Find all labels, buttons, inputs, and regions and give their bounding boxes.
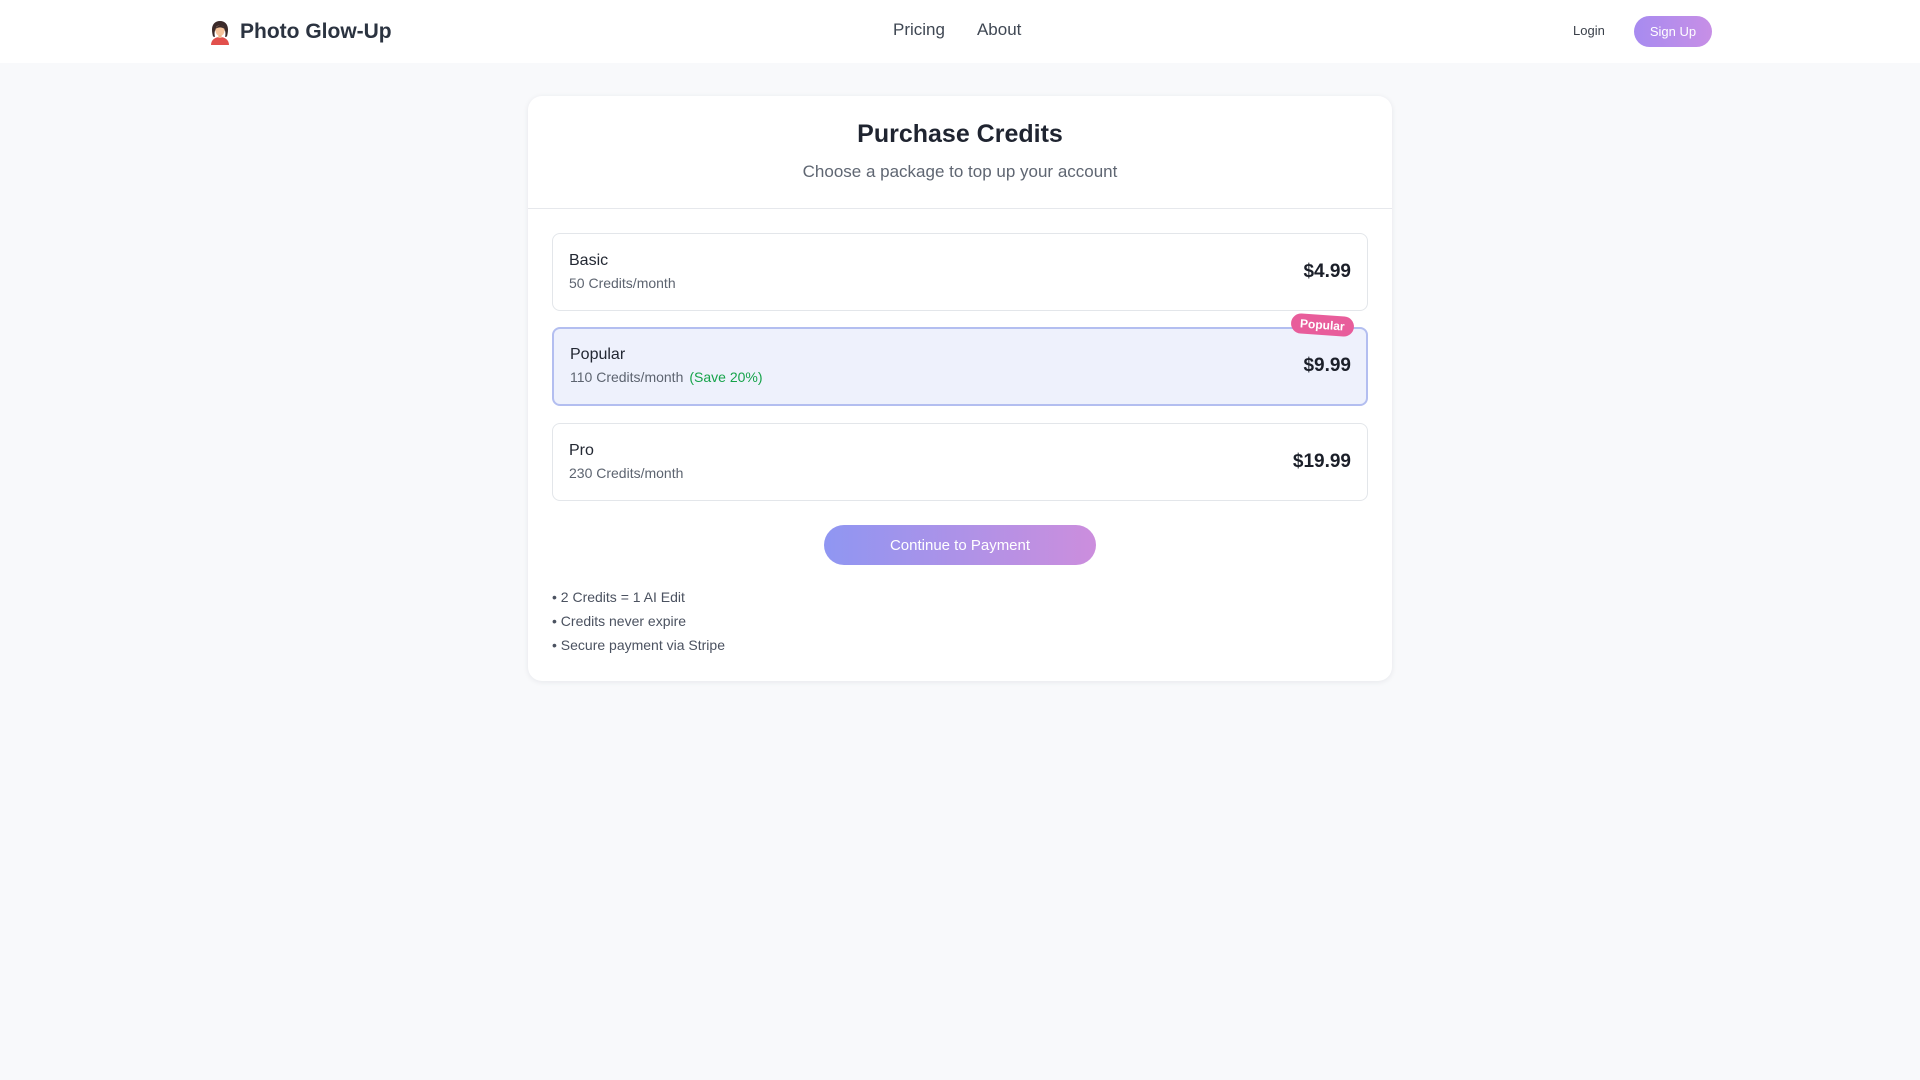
plan-option-basic[interactable]: Basic 50 Credits/month $4.99	[552, 233, 1368, 311]
plan-name: Popular	[570, 346, 626, 363]
list-item: • 2 Credits = 1 AI Edit	[552, 589, 685, 605]
plan-savings: (Save 20%)	[689, 369, 763, 385]
login-link[interactable]: Login	[1573, 23, 1605, 38]
brand-name: Photo Glow-Up	[240, 20, 392, 43]
plan-price: $4.99	[1303, 261, 1351, 282]
list-item: • Credits never expire	[552, 613, 687, 629]
signup-button[interactable]: Sign Up	[1634, 16, 1712, 47]
plan-option-popular[interactable]: Popular Popular 110 Credits/month (Save 2…	[552, 312, 1368, 406]
plan-price: $9.99	[1303, 355, 1351, 376]
plan-price: $19.99	[1292, 451, 1351, 472]
page-title: Purchase Credits	[857, 120, 1063, 148]
continue-to-payment-button[interactable]: Continue to Payment	[824, 525, 1096, 565]
purchase-credits-card: Purchase Credits Choose a package to top…	[528, 96, 1392, 681]
plan-name: Basic	[569, 252, 609, 269]
nav-pricing-link[interactable]: Pricing	[893, 20, 945, 40]
list-item: • Secure payment via Stripe	[552, 637, 725, 653]
woman-icon	[211, 21, 229, 45]
card-header: Purchase Credits Choose a package to top…	[528, 96, 1392, 209]
plan-option-pro[interactable]: Pro 230 Credits/month $19.99	[552, 423, 1368, 501]
main-nav: Pricing About	[893, 20, 1021, 40]
brand-link[interactable]: Photo Glow-Up	[208, 18, 392, 46]
plan-credits: 230 Credits/month	[569, 465, 684, 481]
page-subtitle: Choose a package to top up your account	[802, 162, 1118, 181]
credit-notes-list: • 2 Credits = 1 AI Edit • Credits never …	[552, 585, 725, 657]
plan-credits-amount: 110 Credits/month	[570, 369, 684, 385]
popular-badge: Popular	[1290, 312, 1355, 338]
plan-credits: 110 Credits/month (Save 20%)	[570, 369, 763, 385]
plan-name: Pro	[569, 442, 594, 459]
plan-credits: 50 Credits/month	[569, 275, 676, 291]
top-navbar: Photo Glow-Up Pricing About Login Sign U…	[0, 0, 1920, 63]
nav-about-link[interactable]: About	[977, 20, 1021, 40]
